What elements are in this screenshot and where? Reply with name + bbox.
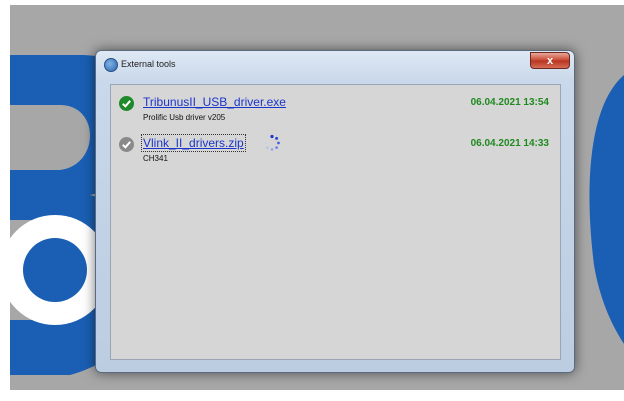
title-bar: External tools x bbox=[96, 51, 574, 78]
window-title: External tools bbox=[121, 59, 176, 69]
tool-description: Prolific Usb driver v205 bbox=[143, 113, 226, 122]
tool-description: CH341 bbox=[143, 154, 168, 163]
tool-item: Vlink_II_drivers.zip CH341 06.04.2021 14… bbox=[119, 134, 549, 170]
check-circle-icon bbox=[119, 96, 134, 111]
tool-link[interactable]: Vlink_II_drivers.zip bbox=[141, 134, 246, 152]
check-circle-icon bbox=[119, 137, 134, 152]
brand-logo-right-fragment bbox=[589, 75, 624, 344]
tool-link[interactable]: TribunusII_USB_driver.exe bbox=[143, 95, 286, 109]
external-tools-dialog: External tools x TribunusII_USB_driver.e… bbox=[95, 50, 575, 373]
close-button[interactable]: x bbox=[530, 52, 570, 69]
tools-list: TribunusII_USB_driver.exe Prolific Usb d… bbox=[110, 84, 561, 360]
tool-date: 06.04.2021 14:33 bbox=[470, 138, 549, 149]
tool-item: TribunusII_USB_driver.exe Prolific Usb d… bbox=[119, 95, 549, 129]
close-icon: x bbox=[546, 55, 554, 67]
loading-spinner-icon bbox=[264, 134, 280, 151]
app-icon bbox=[104, 58, 118, 72]
tool-date: 06.04.2021 13:54 bbox=[470, 97, 549, 108]
